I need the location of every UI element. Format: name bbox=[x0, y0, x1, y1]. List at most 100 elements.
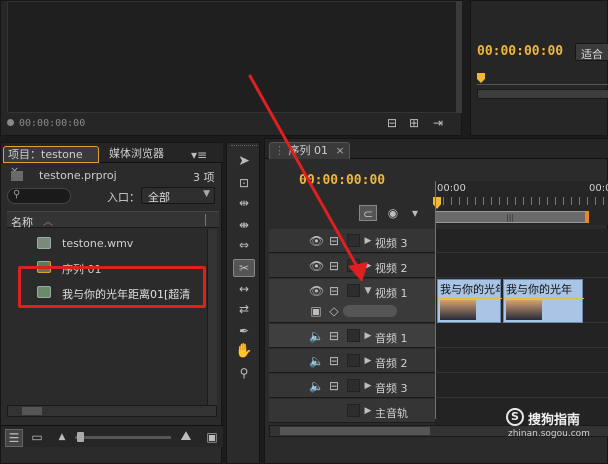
export-frame-icon[interactable]: ⇥ bbox=[431, 115, 445, 131]
lock-toggle[interactable] bbox=[347, 259, 360, 272]
panel-menu-icon[interactable]: ▾≡ bbox=[189, 147, 209, 163]
expand-arrow-icon[interactable]: ▶ bbox=[363, 378, 373, 394]
marker-icon[interactable]: ◉ bbox=[385, 205, 401, 221]
playhead-marker-icon[interactable] bbox=[477, 73, 485, 83]
project-file-name: testone.prproj bbox=[39, 169, 117, 182]
expand-arrow-icon[interactable]: ▶ bbox=[363, 328, 373, 344]
close-icon[interactable]: × bbox=[336, 144, 345, 157]
search-input[interactable]: ⚲ bbox=[7, 188, 71, 204]
fit-label: 适合 bbox=[581, 48, 603, 61]
display-style-icon[interactable]: ▣ bbox=[309, 303, 323, 319]
zoom-in-icon[interactable]: ⛰ bbox=[177, 429, 195, 445]
track-select-tool-icon[interactable]: ⊡ bbox=[235, 175, 253, 191]
eye-icon[interactable]: 👁 bbox=[309, 283, 324, 299]
sync-lock-icon[interactable]: ⊟ bbox=[327, 233, 341, 249]
expand-arrow-icon[interactable]: ▶ bbox=[363, 258, 373, 274]
icon-view-icon[interactable]: ▭ bbox=[29, 429, 45, 445]
zoom-tool-icon[interactable]: ⚲ bbox=[235, 365, 253, 381]
list-vertical-scrollbar[interactable] bbox=[207, 229, 217, 405]
track-video-2[interactable]: 👁 ⊟ ▶ 视频 2 bbox=[269, 254, 435, 278]
add-marker-icon[interactable]: ▾ bbox=[407, 205, 423, 221]
timeline-toolbar: ⊂ ◉ ▾ bbox=[359, 205, 429, 223]
video-2-lane bbox=[435, 254, 608, 278]
program-timecode[interactable]: 00:00:00:00 bbox=[477, 44, 563, 59]
work-area-end-handle[interactable] bbox=[585, 211, 589, 223]
search-icon: ⚲ bbox=[13, 189, 21, 200]
list-item[interactable]: testone.wmv bbox=[7, 233, 209, 253]
sync-lock-icon[interactable]: ⊟ bbox=[327, 258, 341, 274]
list-view-icon[interactable]: ☰ bbox=[5, 429, 23, 447]
expand-arrow-icon[interactable]: ▶ bbox=[363, 353, 373, 369]
lock-toggle[interactable] bbox=[347, 404, 360, 417]
fit-dropdown[interactable]: 适合 bbox=[575, 43, 608, 61]
opacity-line[interactable] bbox=[438, 298, 502, 299]
program-zoom-bar[interactable] bbox=[477, 89, 608, 99]
lock-toggle[interactable] bbox=[347, 234, 360, 247]
sync-lock-icon[interactable]: ⊟ bbox=[327, 283, 341, 299]
sync-lock-icon[interactable]: ⊟ bbox=[327, 378, 341, 394]
speaker-icon[interactable]: 🔈 bbox=[309, 328, 324, 344]
eye-icon[interactable]: 👁 bbox=[309, 233, 324, 249]
playhead-line[interactable] bbox=[435, 181, 436, 419]
track-video-3[interactable]: 👁 ⊟ ▶ 视频 3 bbox=[269, 229, 435, 253]
selection-tool-icon[interactable]: ➤ bbox=[235, 153, 253, 169]
clip[interactable]: 我与你的光年 bbox=[503, 279, 584, 323]
lock-toggle[interactable] bbox=[347, 284, 360, 297]
program-time-ruler[interactable] bbox=[477, 73, 608, 85]
slide-tool-icon[interactable]: ⇄ bbox=[235, 301, 253, 317]
grip-icon: ⋮ bbox=[274, 144, 285, 157]
lock-toggle[interactable] bbox=[347, 329, 360, 342]
speaker-icon[interactable]: 🔈 bbox=[309, 378, 324, 394]
source-timecode: 00:00:00:00 bbox=[19, 118, 86, 129]
zoom-slider[interactable] bbox=[75, 432, 171, 442]
collapse-arrow-icon[interactable]: ▼ bbox=[363, 283, 373, 299]
zoom-out-icon[interactable]: ▲ bbox=[55, 429, 69, 445]
timeline-timecode[interactable]: 00:00:00:00 bbox=[299, 173, 385, 188]
bin-icon[interactable]: ▣ bbox=[205, 429, 219, 445]
track-content-area[interactable]: 我与你的光年 我与你的光年 bbox=[435, 181, 608, 429]
keyframe-nav-control[interactable] bbox=[343, 305, 397, 317]
keyframe-icon[interactable]: ◇ bbox=[327, 303, 341, 319]
speaker-icon[interactable]: 🔈 bbox=[309, 353, 324, 369]
source-monitor-scroll[interactable] bbox=[456, 1, 462, 113]
scroll-thumb[interactable] bbox=[22, 407, 42, 415]
tab-sequence[interactable]: ⋮ 序列 01 × bbox=[269, 142, 350, 159]
time-ruler[interactable]: 00:00 00:0 ||| bbox=[433, 181, 608, 225]
project-thumbnail-icon bbox=[11, 171, 23, 181]
work-area-bar[interactable]: ||| bbox=[435, 211, 587, 223]
entry-dropdown[interactable]: 全部 ▼ bbox=[141, 187, 215, 204]
overlay-icon[interactable]: ⊞ bbox=[407, 115, 421, 131]
sync-lock-icon[interactable]: ⊟ bbox=[327, 353, 341, 369]
opacity-line[interactable] bbox=[504, 298, 584, 299]
slip-tool-icon[interactable]: ↔ bbox=[235, 281, 253, 297]
hand-tool-icon[interactable]: ✋ bbox=[235, 343, 253, 359]
track-master[interactable]: ▶ 主音轨 bbox=[269, 399, 435, 423]
track-audio-3[interactable]: 🔈 ⊟ ▶ 音频 3 bbox=[269, 374, 435, 398]
track-video-1[interactable]: 👁 ⊟ ▼ 视频 1 ▣ ◇ bbox=[269, 279, 435, 323]
track-audio-2[interactable]: 🔈 ⊟ ▶ 音频 2 bbox=[269, 349, 435, 373]
ripple-edit-tool-icon[interactable]: ⇹ bbox=[235, 195, 253, 211]
tab-project[interactable]: 项目：testone × bbox=[3, 146, 99, 177]
razor-tool-icon[interactable]: ✂ bbox=[233, 259, 255, 277]
track-audio-1[interactable]: 🔈 ⊟ ▶ 音频 1 bbox=[269, 324, 435, 348]
eye-icon[interactable]: 👁 bbox=[309, 258, 324, 274]
pen-tool-icon[interactable]: ✒ bbox=[235, 323, 253, 339]
ruler-ticks bbox=[435, 197, 608, 205]
track-label: 视频 2 bbox=[375, 262, 408, 275]
list-horizontal-scrollbar[interactable] bbox=[7, 405, 217, 417]
rate-stretch-tool-icon[interactable]: ⇔ bbox=[235, 237, 253, 253]
column-header[interactable]: 名称 ︿ bbox=[7, 211, 219, 229]
zoom-slider-thumb[interactable] bbox=[77, 432, 84, 442]
expand-arrow-icon[interactable]: ▶ bbox=[363, 233, 373, 249]
rolling-edit-tool-icon[interactable]: ⇼ bbox=[235, 217, 253, 233]
scroll-thumb[interactable] bbox=[280, 427, 430, 435]
clip[interactable]: 我与你的光年 bbox=[437, 279, 502, 323]
lock-toggle[interactable] bbox=[347, 379, 360, 392]
insert-icon[interactable]: ⊟ bbox=[385, 115, 399, 131]
tab-media-browser[interactable]: 媒体浏览器 bbox=[105, 146, 168, 163]
sync-lock-icon[interactable]: ⊟ bbox=[327, 328, 341, 344]
track-label: 视频 1 bbox=[375, 287, 408, 300]
lock-toggle[interactable] bbox=[347, 354, 360, 367]
snap-icon[interactable]: ⊂ bbox=[359, 205, 377, 221]
expand-arrow-icon[interactable]: ▶ bbox=[363, 403, 373, 419]
